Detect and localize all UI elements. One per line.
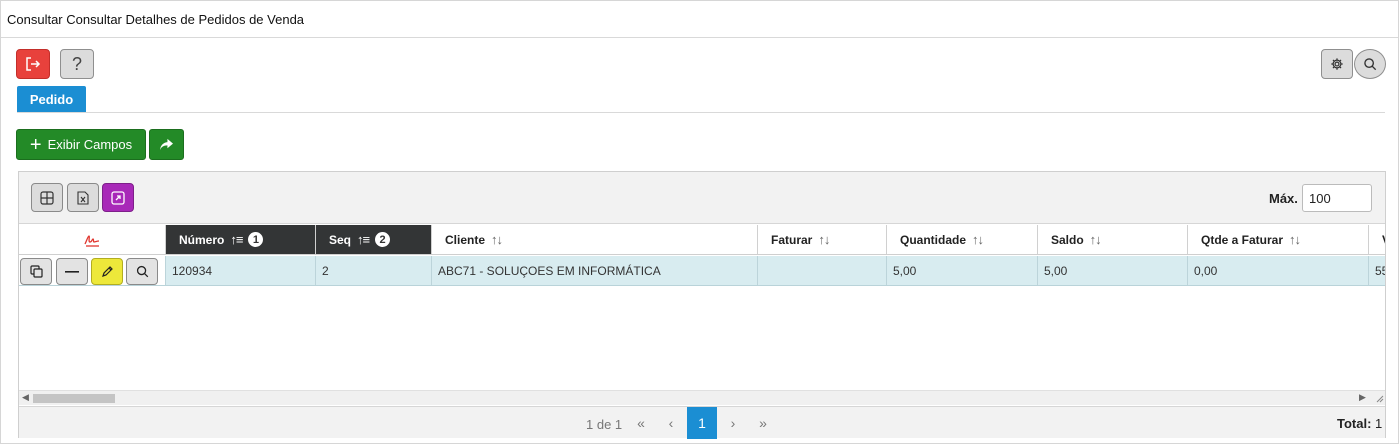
sort-icon: ↑↓ [491, 232, 503, 247]
search-icon [136, 265, 148, 278]
last-page-button[interactable]: » [753, 407, 773, 439]
share-icon [160, 138, 173, 151]
prev-page-button[interactable]: ‹ [661, 407, 681, 439]
tab-pedido[interactable]: Pedido [17, 86, 86, 112]
row-actions [19, 256, 166, 285]
header-quantidade[interactable]: Quantidade ↑↓ [887, 225, 1038, 254]
help-icon: ? [71, 53, 82, 74]
resize-handle-icon[interactable] [1374, 393, 1384, 403]
header-cliente-label: Cliente [445, 232, 486, 247]
sort-order-badge: 1 [248, 232, 264, 247]
plus-icon: + [29, 133, 42, 156]
scrollbar-thumb[interactable] [33, 394, 115, 403]
search-icon [1364, 58, 1377, 71]
first-page-button[interactable]: « [631, 407, 651, 439]
edit-button[interactable] [91, 258, 123, 285]
excel-file-icon [77, 190, 89, 205]
header-qtde-faturar[interactable]: Qtde a Faturar ↑↓ [1188, 225, 1369, 254]
remove-button[interactable] [56, 258, 88, 285]
horizontal-scrollbar[interactable]: ◀ ▶ [19, 390, 1385, 405]
pagination-bar: 1 de 1 « ‹ 1 › » Total: 1 [19, 406, 1385, 439]
max-label: Máx. [1269, 191, 1298, 206]
header-faturar-label: Faturar [771, 232, 813, 247]
cell-numero: 120934 [166, 256, 316, 285]
header-actions [19, 225, 166, 254]
sort-order-badge: 2 [375, 232, 391, 247]
scroll-left-arrow-icon[interactable]: ◀ [22, 392, 29, 403]
sort-asc-icon: ↑≡ [230, 232, 243, 247]
sort-icon: ↑↓ [1089, 232, 1102, 247]
header-seq[interactable]: Seq ↑≡ 2 [316, 225, 432, 254]
sort-icon: ↑↓ [818, 232, 830, 247]
columns-button[interactable] [31, 183, 63, 212]
cell-cliente: ABC71 - SOLUÇOES EM INFORMÁTICA [432, 256, 758, 285]
window-title: Consultar Consultar Detalhes de Pedidos … [1, 1, 1398, 38]
next-page-button[interactable]: › [723, 407, 743, 439]
tab-divider [17, 112, 1385, 113]
cell-seq: 2 [316, 256, 432, 285]
scroll-right-arrow-icon[interactable]: ▶ [1359, 392, 1366, 403]
results-grid: Máx. Número ↑≡ 1 Seq ↑≡ 2 Cliente ↑↓ [18, 171, 1386, 439]
minus-icon [65, 270, 79, 273]
copy-button[interactable] [20, 258, 52, 285]
max-input[interactable] [1302, 184, 1372, 212]
cell-saldo: 5,00 [1038, 256, 1188, 285]
sort-icon: ↑↓ [1289, 232, 1301, 247]
header-quantidade-label: Quantidade [900, 232, 967, 247]
sort-icon: ↑↓ [972, 232, 984, 247]
total-value: 1 [1375, 416, 1383, 431]
header-qtde-faturar-label: Qtde a Faturar [1201, 232, 1284, 247]
table-row[interactable]: 120934 2 ABC71 - SOLUÇOES EM INFORMÁTICA… [19, 256, 1385, 286]
page-info: 1 de 1 [586, 417, 623, 432]
cell-qtde-faturar: 0,00 [1188, 256, 1369, 285]
header-v[interactable]: V [1369, 225, 1385, 254]
header-numero-label: Número [179, 232, 225, 247]
help-button[interactable]: ? [60, 49, 94, 79]
header-cliente[interactable]: Cliente ↑↓ [432, 225, 758, 254]
exit-icon [26, 57, 41, 71]
expand-button[interactable] [102, 183, 134, 212]
cell-quantidade: 5,00 [887, 256, 1038, 285]
pencil-icon [101, 266, 113, 277]
total-count: Total: 1 [1337, 416, 1382, 431]
expand-icon [111, 190, 125, 205]
export-excel-button[interactable] [67, 183, 99, 212]
exit-button[interactable] [16, 49, 50, 79]
show-fields-button[interactable]: + Exibir Campos [16, 129, 146, 160]
current-page-button[interactable]: 1 [687, 407, 717, 439]
view-button[interactable] [126, 258, 158, 285]
show-fields-label: Exibir Campos [47, 137, 133, 152]
grid-toolbar: Máx. [19, 172, 1385, 224]
gear-icon [1331, 58, 1343, 70]
cell-faturar [758, 256, 887, 285]
page: Consultar Consultar Detalhes de Pedidos … [0, 0, 1399, 444]
copy-icon [29, 265, 43, 278]
sort-asc-icon: ↑≡ [357, 232, 370, 247]
table-header: Número ↑≡ 1 Seq ↑≡ 2 Cliente ↑↓ Faturar … [19, 225, 1385, 255]
cell-v: 55, [1375, 263, 1385, 278]
header-numero[interactable]: Número ↑≡ 1 [166, 225, 316, 254]
share-button[interactable] [149, 129, 184, 160]
header-seq-label: Seq [329, 232, 352, 247]
header-saldo-label: Saldo [1051, 232, 1084, 247]
grid-icon [40, 190, 54, 205]
signature-icon[interactable] [83, 233, 101, 247]
search-button[interactable] [1354, 49, 1386, 79]
header-faturar[interactable]: Faturar ↑↓ [758, 225, 887, 254]
total-label: Total: [1337, 416, 1372, 431]
header-saldo[interactable]: Saldo ↑↓ [1038, 225, 1188, 254]
settings-button[interactable] [1321, 49, 1353, 79]
header-v-label: V [1382, 233, 1385, 247]
